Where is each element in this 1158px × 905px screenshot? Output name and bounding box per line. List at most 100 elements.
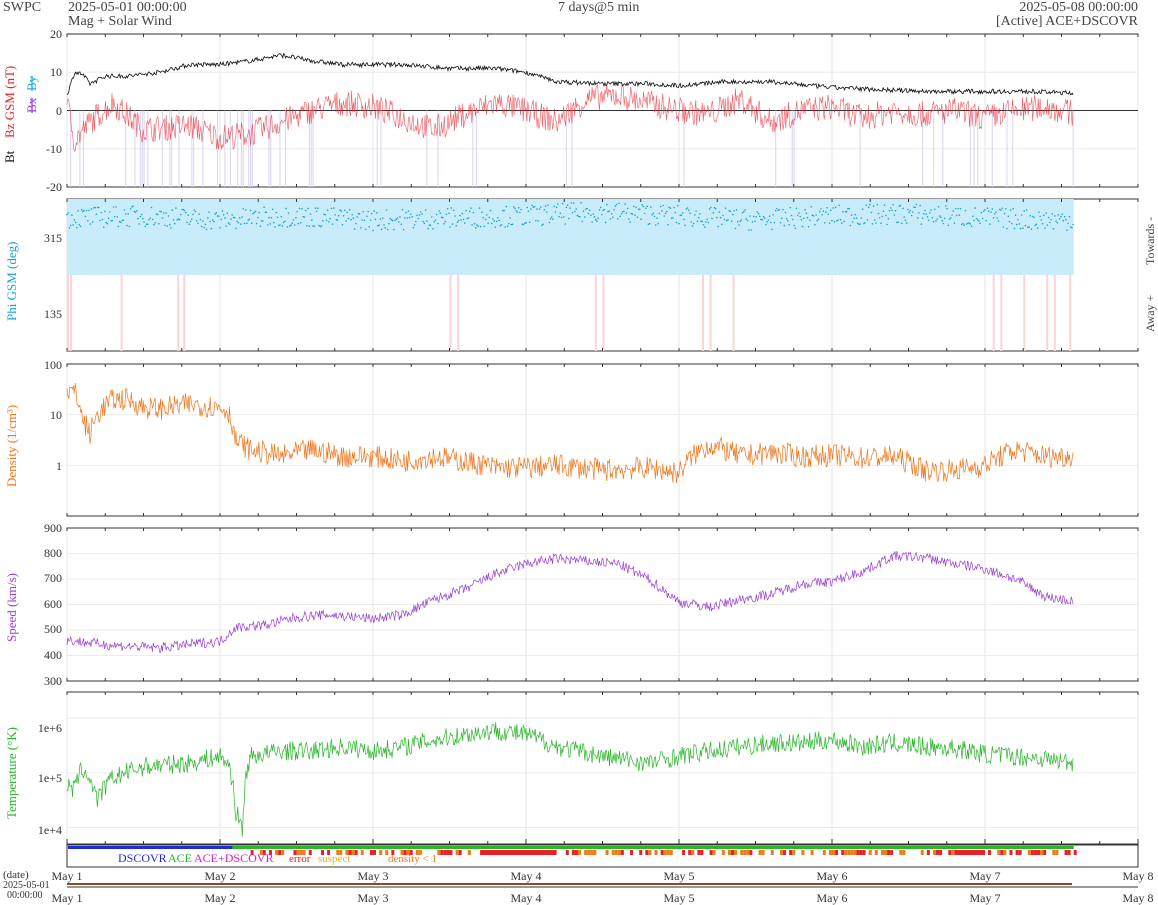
phi-point xyxy=(401,208,404,211)
phi-point xyxy=(132,205,134,207)
mag-ylabel-by: By xyxy=(24,75,39,91)
phi-point xyxy=(648,222,651,225)
phi-point xyxy=(677,204,679,207)
phi-point xyxy=(921,217,924,220)
phi-point xyxy=(147,223,149,225)
phi-point xyxy=(492,218,494,220)
phi-point xyxy=(790,214,793,217)
phi-point xyxy=(1045,212,1047,214)
mag-ytick-10: 10 xyxy=(50,65,62,79)
phi-point xyxy=(1051,213,1054,215)
phi-point xyxy=(236,220,238,223)
phi-point xyxy=(489,209,492,212)
phi-point xyxy=(450,207,453,209)
phi-point xyxy=(1055,220,1057,222)
phi-point xyxy=(203,226,205,229)
phi-point xyxy=(800,219,803,221)
phi-point xyxy=(1044,227,1046,229)
phi-point xyxy=(886,223,888,226)
phi-point xyxy=(976,219,979,221)
phi-point xyxy=(509,217,511,219)
phi-point xyxy=(681,212,684,214)
phi-point xyxy=(763,217,766,219)
source-bar-flag xyxy=(278,850,282,855)
phi-point xyxy=(770,221,772,224)
phi-point xyxy=(721,223,723,226)
phi-point xyxy=(87,220,89,222)
source-bar-flag xyxy=(841,850,845,855)
phi-point xyxy=(850,214,853,216)
phi-point xyxy=(1012,207,1014,210)
phi-point xyxy=(533,205,536,208)
phi-point xyxy=(634,214,636,216)
x-tick-label-bottom: May 1 xyxy=(52,891,83,905)
phi-point xyxy=(198,213,200,215)
phi-point xyxy=(511,223,514,226)
phi-point xyxy=(785,218,788,220)
phi-point xyxy=(750,229,752,231)
phi-point xyxy=(490,222,493,225)
phi-point xyxy=(89,223,92,225)
phi-point xyxy=(893,214,896,216)
phi-point xyxy=(730,220,733,222)
phi-point xyxy=(580,201,582,204)
phi-point xyxy=(762,215,765,218)
source-bar-flag xyxy=(373,850,376,855)
phi-point xyxy=(91,221,94,223)
phi-point xyxy=(1020,214,1023,216)
phi-point xyxy=(535,219,537,222)
phi-point xyxy=(833,221,836,223)
phi-point xyxy=(932,220,935,223)
source-bar-flag xyxy=(571,850,575,855)
phi-point xyxy=(1071,226,1073,229)
phi-point xyxy=(538,208,541,210)
phi-point xyxy=(601,213,603,216)
x-tick-label-bottom: May 8 xyxy=(1123,891,1154,905)
phi-point xyxy=(527,210,530,212)
phi-point xyxy=(620,213,623,215)
phi-point xyxy=(823,222,826,224)
phi-point xyxy=(613,209,615,211)
phi-point xyxy=(663,215,666,217)
phi-point xyxy=(1007,215,1010,218)
phi-point xyxy=(368,226,371,228)
phi-point xyxy=(1047,216,1050,219)
phi-point xyxy=(874,219,876,221)
phi-point xyxy=(642,205,645,208)
phi-point xyxy=(887,218,890,220)
phi-point xyxy=(342,215,345,217)
phi-point xyxy=(909,209,912,212)
phi-point xyxy=(960,223,963,226)
phi-point xyxy=(311,219,313,221)
phi-point xyxy=(385,209,388,211)
phi-point xyxy=(165,212,167,214)
source-bar-flag xyxy=(1000,850,1004,855)
phi-point xyxy=(915,203,918,206)
phi-point xyxy=(597,217,599,219)
speed-ytick-400: 400 xyxy=(44,648,62,662)
phi-point xyxy=(994,213,996,215)
phi-point xyxy=(940,216,942,219)
phi-point xyxy=(745,218,748,220)
source-bar-flag xyxy=(611,850,615,855)
x-tick-label: May 5 xyxy=(664,869,695,883)
phi-point xyxy=(366,215,368,218)
phi-point xyxy=(347,217,350,220)
source-bar-flag xyxy=(697,850,701,855)
phi-point xyxy=(875,222,877,224)
phi-point xyxy=(812,215,815,217)
phi-point xyxy=(1067,222,1069,225)
phi-point xyxy=(308,225,311,227)
source-bar-flag xyxy=(884,850,888,855)
phi-point xyxy=(76,226,78,229)
phi-point xyxy=(468,210,471,213)
phi-point xyxy=(394,219,396,222)
phi-point xyxy=(719,216,722,219)
phi-point xyxy=(473,223,476,225)
phi-point xyxy=(711,217,713,220)
speed-ytick-300: 300 xyxy=(44,674,62,688)
source-bar-flag xyxy=(783,850,787,855)
speed-ytick-900: 900 xyxy=(44,521,62,535)
phi-point xyxy=(809,219,811,222)
phi-point xyxy=(703,226,706,228)
